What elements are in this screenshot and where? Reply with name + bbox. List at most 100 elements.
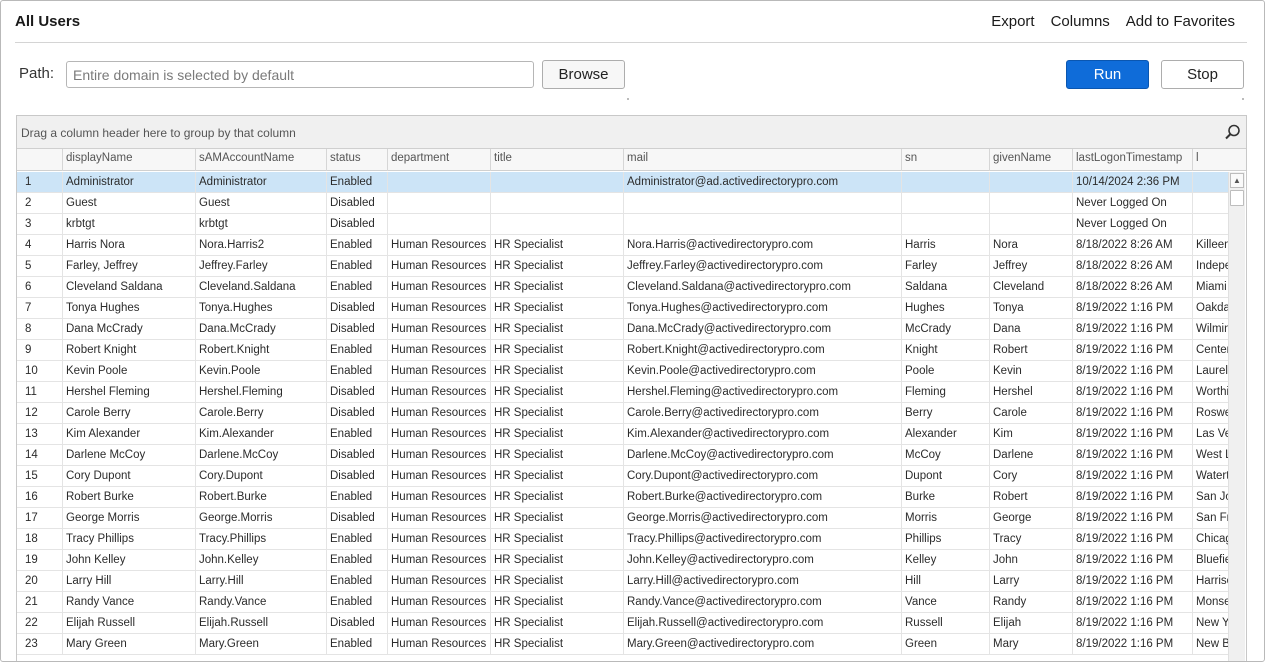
- cell-status: Enabled: [326, 172, 387, 193]
- cell-status: Disabled: [326, 466, 387, 487]
- table-row[interactable]: 7 Tonya Hughes Tonya.Hughes Disabled Human R…: [17, 298, 1229, 319]
- cell-title: HR Specialist: [490, 298, 623, 319]
- path-input[interactable]: [66, 61, 534, 88]
- cell-sAMAccountName: Carole.Berry: [195, 403, 326, 424]
- vertical-scrollbar[interactable]: ▲: [1228, 172, 1245, 661]
- column-header-sn[interactable]: sn: [901, 149, 989, 171]
- cell-title: HR Specialist: [490, 508, 623, 529]
- cell-sAMAccountName: Cleveland.Saldana: [195, 277, 326, 298]
- cell-l: Laurel S: [1192, 361, 1229, 382]
- column-header-lastLogonTimestamp[interactable]: lastLogonTimestamp: [1072, 149, 1192, 171]
- cell-l: San Jo: [1192, 487, 1229, 508]
- table-row[interactable]: 13 Kim Alexander Kim.Alexander Enabled Human…: [17, 424, 1229, 445]
- cell-l: [1192, 193, 1229, 214]
- cell-status: Disabled: [326, 298, 387, 319]
- cell-l: Miami S: [1192, 277, 1229, 298]
- cell-department: Human Resources: [387, 508, 490, 529]
- cell-title: HR Specialist: [490, 235, 623, 256]
- column-header-department[interactable]: department: [387, 149, 490, 171]
- cell-mail: Hershel.Fleming@activedirectorypro.com: [623, 382, 901, 403]
- table-row[interactable]: 11 Hershel Fleming Hershel.Fleming Disabled…: [17, 382, 1229, 403]
- column-header-row: displayName sAMAccountName status departmen…: [17, 149, 1246, 171]
- row-number: 1: [25, 176, 32, 188]
- cell-displayName: krbtgt: [62, 214, 195, 235]
- cell-lastLogonTimestamp: 8/18/2022 8:26 AM: [1072, 256, 1192, 277]
- cell-lastLogonTimestamp: 8/19/2022 1:16 PM: [1072, 340, 1192, 361]
- cell-l: San Fra: [1192, 508, 1229, 529]
- group-by-hint: Drag a column header here to group by th…: [21, 126, 296, 140]
- table-row[interactable]: 9 Robert Knight Robert.Knight Enabled Human …: [17, 340, 1229, 361]
- cell-title: HR Specialist: [490, 613, 623, 634]
- scroll-thumb[interactable]: [1230, 190, 1244, 206]
- table-row[interactable]: 17 George Morris George.Morris Disabled Huma…: [17, 508, 1229, 529]
- cell-department: Human Resources: [387, 487, 490, 508]
- table-row[interactable]: 5 Farley, Jeffrey Jeffrey.Farley Enabled Hum…: [17, 256, 1229, 277]
- table-row[interactable]: 19 John Kelley John.Kelley Enabled Human Res…: [17, 550, 1229, 571]
- row-number: 22: [25, 617, 38, 629]
- cell-department: Human Resources: [387, 550, 490, 571]
- cell-sn: Dupont: [901, 466, 989, 487]
- cell-department: Human Resources: [387, 424, 490, 445]
- table-row[interactable]: 15 Cory Dupont Cory.Dupont Disabled Human Re…: [17, 466, 1229, 487]
- all-users-panel: All Users Export Columns Add to Favorite…: [0, 0, 1265, 662]
- cell-department: Human Resources: [387, 634, 490, 655]
- table-row[interactable]: 6 Cleveland Saldana Cleveland.Saldana Enabl…: [17, 277, 1229, 298]
- cell-l: Killeen: [1192, 235, 1229, 256]
- column-header-mail[interactable]: mail: [623, 149, 901, 171]
- table-row[interactable]: 12 Carole Berry Carole.Berry Disabled Human …: [17, 403, 1229, 424]
- table-row[interactable]: 10 Kevin Poole Kevin.Poole Enabled Human Res…: [17, 361, 1229, 382]
- cell-lastLogonTimestamp: 8/19/2022 1:16 PM: [1072, 634, 1192, 655]
- columns-link[interactable]: Columns: [1051, 13, 1110, 30]
- cell-sAMAccountName: Nora.Harris2: [195, 235, 326, 256]
- table-row[interactable]: 3 krbtgt krbtgt Disabled Never Logged On: [17, 214, 1229, 235]
- column-header-status[interactable]: status: [326, 149, 387, 171]
- table-row[interactable]: 4 Harris Nora Nora.Harris2 Enabled Human Res…: [17, 235, 1229, 256]
- cell-department: [387, 214, 490, 235]
- cell-title: HR Specialist: [490, 340, 623, 361]
- column-header-title[interactable]: title: [490, 149, 623, 171]
- browse-button[interactable]: Browse: [542, 60, 625, 89]
- cell-sn: Hughes: [901, 298, 989, 319]
- cell-givenName: George: [989, 508, 1072, 529]
- cell-givenName: [989, 172, 1072, 193]
- cell-status: Disabled: [326, 508, 387, 529]
- grid-rows: 1 Administrator Administrator Enabled Admini…: [17, 172, 1229, 661]
- row-number: 21: [25, 596, 38, 608]
- stop-button[interactable]: Stop: [1161, 60, 1244, 89]
- table-row[interactable]: 21 Randy Vance Randy.Vance Enabled Human Res…: [17, 592, 1229, 613]
- table-row[interactable]: 16 Robert Burke Robert.Burke Enabled Human R…: [17, 487, 1229, 508]
- header-bar: All Users Export Columns Add to Favorite…: [15, 1, 1247, 43]
- cell-sn: Saldana: [901, 277, 989, 298]
- cell-sAMAccountName: Larry.Hill: [195, 571, 326, 592]
- column-header-givenName[interactable]: givenName: [989, 149, 1072, 171]
- cell-lastLogonTimestamp: 8/19/2022 1:16 PM: [1072, 382, 1192, 403]
- cell-displayName: Cleveland Saldana: [62, 277, 195, 298]
- table-row[interactable]: 8 Dana McCrady Dana.McCrady Disabled Human R…: [17, 319, 1229, 340]
- cell-lastLogonTimestamp: 8/19/2022 1:16 PM: [1072, 445, 1192, 466]
- table-row[interactable]: 22 Elijah Russell Elijah.Russell Disabled Hu…: [17, 613, 1229, 634]
- table-row[interactable]: 1 Administrator Administrator Enabled Admini…: [17, 172, 1229, 193]
- table-row[interactable]: 23 Mary Green Mary.Green Enabled Human Resou…: [17, 634, 1229, 655]
- column-header-sAMAccountName[interactable]: sAMAccountName: [195, 149, 326, 171]
- table-row[interactable]: 18 Tracy Phillips Tracy.Phillips Enabled Hum…: [17, 529, 1229, 550]
- cell-l: Harriso: [1192, 571, 1229, 592]
- run-button[interactable]: Run: [1066, 60, 1149, 89]
- column-header-displayName[interactable]: displayName: [62, 149, 195, 171]
- column-header-l[interactable]: l: [1192, 149, 1232, 171]
- cell-lastLogonTimestamp: 8/19/2022 1:16 PM: [1072, 319, 1192, 340]
- table-row[interactable]: 14 Darlene McCoy Darlene.McCoy Disabled Huma…: [17, 445, 1229, 466]
- cell-givenName: Tracy: [989, 529, 1072, 550]
- cell-mail: Robert.Knight@activedirectorypro.com: [623, 340, 901, 361]
- add-to-favorites-link[interactable]: Add to Favorites: [1126, 13, 1235, 30]
- export-link[interactable]: Export: [991, 13, 1034, 30]
- table-row[interactable]: 20 Larry Hill Larry.Hill Enabled Human Resou…: [17, 571, 1229, 592]
- group-by-panel[interactable]: Drag a column header here to group by th…: [17, 116, 1246, 149]
- cell-sn: Knight: [901, 340, 989, 361]
- cell-lastLogonTimestamp: 8/18/2022 8:26 AM: [1072, 235, 1192, 256]
- cell-title: HR Specialist: [490, 277, 623, 298]
- search-icon[interactable]: [1224, 123, 1242, 141]
- cell-givenName: Randy: [989, 592, 1072, 613]
- table-row[interactable]: 2 Guest Guest Disabled Never Logged On: [17, 193, 1229, 214]
- scroll-up-arrow-icon[interactable]: ▲: [1230, 173, 1244, 188]
- cell-department: Human Resources: [387, 319, 490, 340]
